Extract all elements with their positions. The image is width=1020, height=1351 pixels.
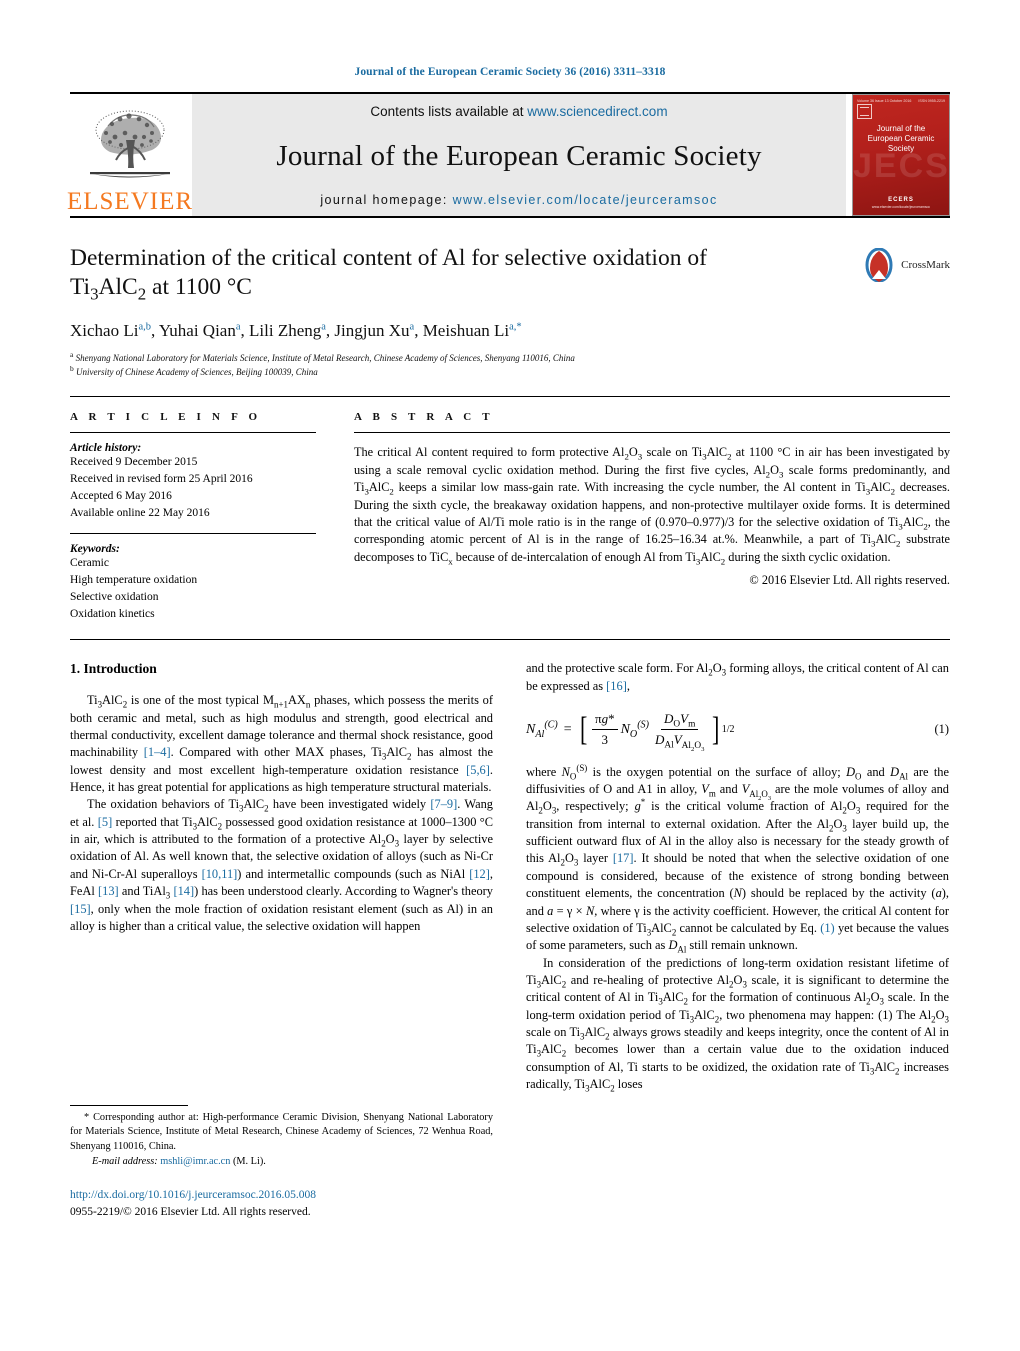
author-item: Yuhai Qiana [158,321,241,341]
fraction-denominator: 3 [601,732,609,748]
email-label: E-mail address: [92,1155,158,1167]
title-bottom-rule [70,396,950,398]
fraction-numerator: πg* [591,710,618,731]
bracket-right: ] [712,711,720,749]
affiliation-list: a Shenyang National Laboratory for Mater… [70,350,950,380]
cover-topbar: Volume 36 Issue 13 October 2016 ISSN 095… [853,95,949,103]
article-info-rule [70,432,316,434]
left-column: 1. Introduction Ti3AlC2 is one of the mo… [70,660,493,1220]
crossmark-label: CrossMark [901,259,950,271]
term-N-O-S: NO(S) [620,719,649,740]
exponent-one-half: 1/2 [721,723,735,735]
cover-issn-text: ISSN 0955-2219 [918,99,945,103]
article-history-label: Article history: [70,442,142,455]
elsevier-logo: ELSEVIER [66,94,194,216]
paragraph: and the protective scale form. For Al2O3… [526,661,949,693]
abstract-copyright: © 2016 Elsevier Ltd. All rights reserved… [749,573,950,588]
sciencedirect-link[interactable]: www.sciencedirect.com [527,104,667,119]
journal-masthead: ELSEVIER Contents lists available at www… [66,92,950,216]
contents-available-line: Contents lists available at www.scienced… [370,104,667,119]
history-item: Accepted 6 May 2016 [70,490,172,503]
bracket-left: [ [579,711,588,749]
corresponding-author-footnote: * Corresponding author at: High-performa… [70,1105,493,1220]
footnote-text: * Corresponding author at: High-performa… [70,1112,493,1152]
email-link[interactable]: mshli@imr.ac.cn [160,1156,230,1167]
homepage-prefix: journal homepage: [320,193,453,207]
history-item: Received 9 December 2015 [70,456,198,469]
cover-footer: ECERS www.elsevier.com/locate/jeurcerams… [853,197,949,209]
equals-sign: = [563,722,572,738]
keywords-label: Keywords: [70,543,120,556]
info-abstract-row: A R T I C L E I N F O Article history: R… [70,411,950,623]
paragraph: In consideration of the predictions of l… [526,955,950,1094]
fraction-denominator: DAlVAl2O3 [654,732,705,753]
author-item: Lili Zhenga [249,321,326,341]
email-suffix: (M. Li). [232,1155,266,1167]
elsevier-tree-icon [90,110,170,178]
author-list: Xichao Lia,b, Yuhai Qiana, Lili Zhenga, … [70,321,522,341]
masthead-center: Contents lists available at www.scienced… [192,94,846,216]
author-item: Xichao Lia,b [70,321,151,341]
issn-copyright-line: 0955-2219/© 2016 Elsevier Ltd. All right… [70,1206,311,1219]
paragraph: Ti3AlC2 is one of the most typical Mn+1A… [70,693,493,794]
affiliation-text: Shenyang National Laboratory for Materia… [75,353,575,364]
article-info-heading: A R T I C L E I N F O [70,411,262,424]
footnote-email-line: E-mail address: mshli@imr.ac.cn (M. Li). [70,1155,493,1169]
cover-watermark: JECS [853,147,950,185]
right-column: and the protective scale form. For Al2O3… [526,660,949,1220]
elsevier-wordmark: ELSEVIER [66,188,194,215]
masthead-bottom-rule [70,216,950,218]
body-columns: 1. Introduction Ti3AlC2 is one of the mo… [70,660,950,1220]
cover-society-name: ECERS [888,197,914,203]
abstract-text: The critical Al content required to form… [354,445,950,567]
affiliation-item: a Shenyang National Laboratory for Mater… [70,350,575,364]
running-head: Journal of the European Ceramic Society … [354,66,666,78]
author-item: Meishuan Lia,* [422,321,522,341]
cover-footer-url: www.elsevier.com/locate/jeurceramsoc [871,205,931,209]
equation-body: NAl(C) = [ πg* 3 NO(S) DOVm DAlVAl2O3 ] … [526,710,935,753]
fraction-diffusivity: DOVm DAlVAl2O3 [652,710,708,753]
fraction-numerator: DOVm [661,710,699,731]
keyword-item: Ceramic [70,557,109,570]
contents-prefix: Contents lists available at [370,104,528,119]
history-item: Received in revised form 25 April 2016 [70,473,253,486]
keyword-item: Selective oxidation [70,591,159,604]
crossmark-icon [865,248,893,282]
journal-homepage-link[interactable]: www.elsevier.com/locate/jeurceramsoc [453,193,718,207]
doi-link[interactable]: http://dx.doi.org/10.1016/j.jeurceramsoc… [70,1187,493,1203]
paragraph: where NO(S) is the oxygen potential on t… [526,762,950,955]
cover-emblem-icon [857,104,872,119]
page-title: Determination of the critical content of… [70,245,707,304]
journal-title: Journal of the European Ceramic Society [276,139,762,172]
author-item: Jingjun Xua [334,321,415,341]
fraction-pi-g-3: πg* 3 [591,710,618,749]
equation-lhs: NAl(C) [526,719,558,740]
article-info-column: A R T I C L E I N F O Article history: R… [70,411,316,623]
equation-number: (1) [934,722,949,737]
abstract-column: A B S T R A C T The critical Al content … [354,411,950,623]
footnote-rule [70,1105,188,1107]
abstract-bottom-rule [70,639,950,641]
keyword-item: High temperature oxidation [70,574,198,587]
title-block: CrossMark Determination of the critical … [70,244,950,380]
affiliation-text: University of Chinese Academy of Science… [76,367,318,378]
equation-1: NAl(C) = [ πg* 3 NO(S) DOVm DAlVAl2O3 ] … [526,710,949,753]
journal-homepage-line: journal homepage: www.elsevier.com/locat… [320,193,717,207]
paragraph: The oxidation behaviors of Ti3AlC2 have … [70,797,493,933]
abstract-rule [354,432,950,434]
cover-issue-text: Volume 36 Issue 13 October 2016 [857,99,912,103]
history-item: Available online 22 May 2016 [70,507,210,520]
affiliation-item: b University of Chinese Academy of Scien… [70,364,318,378]
abstract-heading: A B S T R A C T [354,411,494,424]
section-heading-introduction: 1. Introduction [70,661,157,677]
keyword-item: Oxidation kinetics [70,608,155,621]
crossmark-badge[interactable]: CrossMark [862,248,950,282]
article-history-list: Received 9 December 2015 Received in rev… [70,454,316,522]
keywords-rule [70,533,316,535]
journal-cover-thumbnail: Volume 36 Issue 13 October 2016 ISSN 095… [852,94,950,216]
title-line-1: Determination of the critical content of… [70,245,707,271]
paper-page: Journal of the European Ceramic Society … [0,0,1020,1351]
keywords-list: Ceramic High temperature oxidation Selec… [70,555,316,623]
